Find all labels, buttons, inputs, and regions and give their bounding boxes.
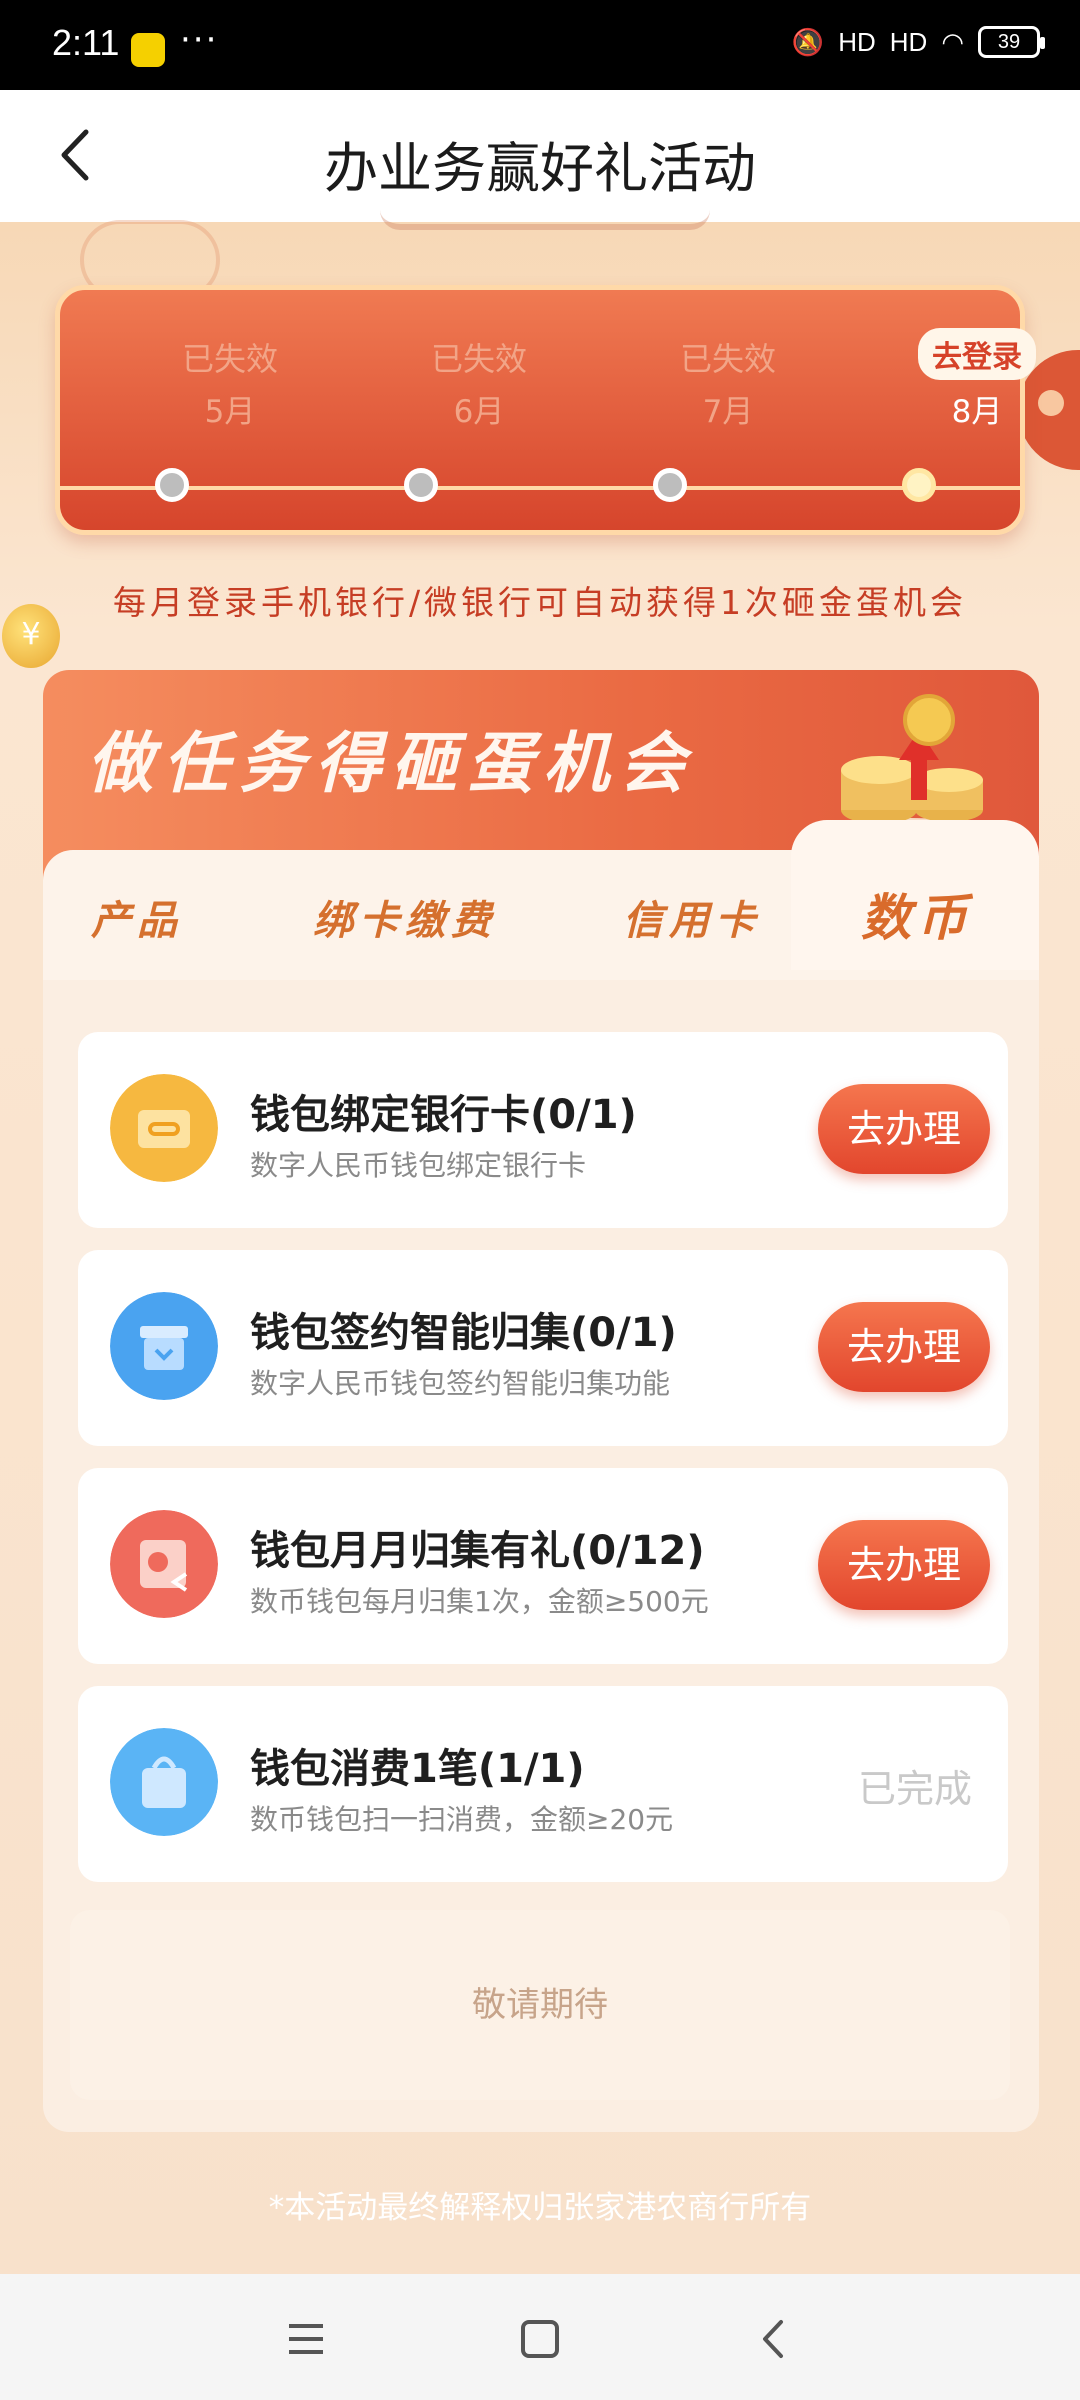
link-card-icon bbox=[110, 1074, 218, 1182]
task-item: 钱包消费1笔(1/1) 数币钱包扫一扫消费，金额≥20元 已完成 bbox=[78, 1686, 1008, 1882]
task-item: 钱包签约智能归集(0/1) 数字人民币钱包签约智能归集功能 去办理 bbox=[78, 1250, 1008, 1446]
task-name: 钱包签约智能归集(0/1) bbox=[250, 1310, 677, 1356]
wifi-icon: ◠ bbox=[941, 26, 964, 57]
signal-1-icon: HD bbox=[838, 26, 876, 57]
task-desc: 数币钱包每月归集1次，金额≥500元 bbox=[250, 1585, 709, 1618]
status-bar: 2:11 ··· 🔕 HD HD ◠ 39 bbox=[0, 0, 1080, 90]
tab-digital-currency[interactable]: 数币 bbox=[861, 878, 973, 950]
footer-note: *本活动最终解释权归张家港农商行所有 bbox=[268, 2190, 812, 2226]
month-progress-card: 已失效 5月 已失效 6月 已失效 7月 去登录 8月 bbox=[55, 285, 1036, 535]
month-item-may: 已失效 5月 bbox=[130, 290, 330, 431]
partial-decoration bbox=[380, 206, 710, 230]
month-item-june: 已失效 6月 bbox=[379, 290, 579, 431]
task-desc: 数字人民币钱包绑定银行卡 bbox=[250, 1149, 587, 1182]
login-badge-button[interactable]: 去登录 bbox=[918, 328, 1036, 380]
month-label: 7月 bbox=[702, 394, 754, 430]
status-time: 2:11 bbox=[52, 22, 120, 63]
do-task-button[interactable]: 去办理 bbox=[818, 1302, 990, 1392]
month-label: 5月 bbox=[204, 394, 256, 430]
do-task-button[interactable]: 去办理 bbox=[818, 1084, 990, 1174]
month-dot bbox=[404, 468, 438, 502]
calendar-return-icon bbox=[110, 1510, 218, 1618]
month-label: 8月 bbox=[951, 394, 1003, 430]
month-status: 已失效 bbox=[430, 340, 527, 378]
mute-icon: 🔕 bbox=[791, 26, 825, 57]
task-desc: 数币钱包扫一扫消费，金额≥20元 bbox=[250, 1803, 674, 1836]
month-item-july: 已失效 7月 bbox=[628, 290, 828, 431]
progress-line bbox=[60, 486, 1020, 490]
tab-credit-card[interactable]: 信用卡 bbox=[623, 888, 761, 946]
download-box-icon bbox=[110, 1292, 218, 1400]
task-name: 钱包消费1笔(1/1) bbox=[250, 1746, 585, 1792]
task-item: 钱包月月归集有礼(0/12) 数币钱包每月归集1次，金额≥500元 去办理 bbox=[78, 1468, 1008, 1664]
month-dot bbox=[653, 468, 687, 502]
back-icon[interactable] bbox=[749, 2314, 799, 2364]
page-title: 办业务赢好礼活动 bbox=[324, 137, 756, 200]
home-icon[interactable] bbox=[515, 2314, 565, 2364]
menu-icon[interactable] bbox=[281, 2314, 331, 2364]
task-list: 钱包绑定银行卡(0/1) 数字人民币钱包绑定银行卡 去办理 钱包签约智能归集(0… bbox=[78, 1032, 1008, 1904]
month-label: 6月 bbox=[453, 394, 505, 430]
info-text: 每月登录手机银行/微银行可自动获得1次砸金蛋机会 bbox=[112, 583, 968, 622]
tab-product[interactable]: 产品 bbox=[91, 888, 183, 946]
page-header: 办业务赢好礼活动 bbox=[0, 90, 1080, 222]
task-completed-label: 已完成 bbox=[857, 1767, 972, 1811]
tab-bind-card[interactable]: 绑卡缴费 bbox=[313, 888, 497, 946]
task-name: 钱包绑定银行卡(0/1) bbox=[250, 1092, 637, 1138]
month-status: 已失效 bbox=[181, 340, 278, 378]
system-nav-bar bbox=[0, 2274, 1080, 2400]
month-item-august: 去登录 8月 bbox=[877, 290, 1077, 431]
task-item: 钱包绑定银行卡(0/1) 数字人民币钱包绑定银行卡 去办理 bbox=[78, 1032, 1008, 1228]
month-dot-active bbox=[902, 468, 936, 502]
task-name: 钱包月月归集有礼(0/12) bbox=[250, 1528, 705, 1574]
month-status: 已失效 bbox=[679, 340, 776, 378]
coming-soon-placeholder: 敬请期待 bbox=[70, 1910, 1010, 2100]
more-dots-icon: ··· bbox=[180, 20, 219, 60]
task-panel-title: 做任务得砸蛋机会 bbox=[87, 725, 695, 802]
task-panel: 做任务得砸蛋机会 产品 绑卡缴费 信用卡 数币 钱包绑定银行卡(0/1) 数字人… bbox=[43, 670, 1039, 2132]
signal-2-icon: HD bbox=[889, 26, 928, 57]
battery-icon: 39 bbox=[978, 26, 1045, 58]
task-desc: 数字人民币钱包签约智能归集功能 bbox=[250, 1367, 671, 1400]
month-dot bbox=[155, 468, 189, 502]
status-icons: 🔕 HD HD ◠ 39 bbox=[791, 26, 1045, 58]
shopping-bag-icon bbox=[110, 1728, 218, 1836]
do-task-button[interactable]: 去办理 bbox=[818, 1520, 990, 1610]
app-notification-icon bbox=[131, 33, 165, 67]
